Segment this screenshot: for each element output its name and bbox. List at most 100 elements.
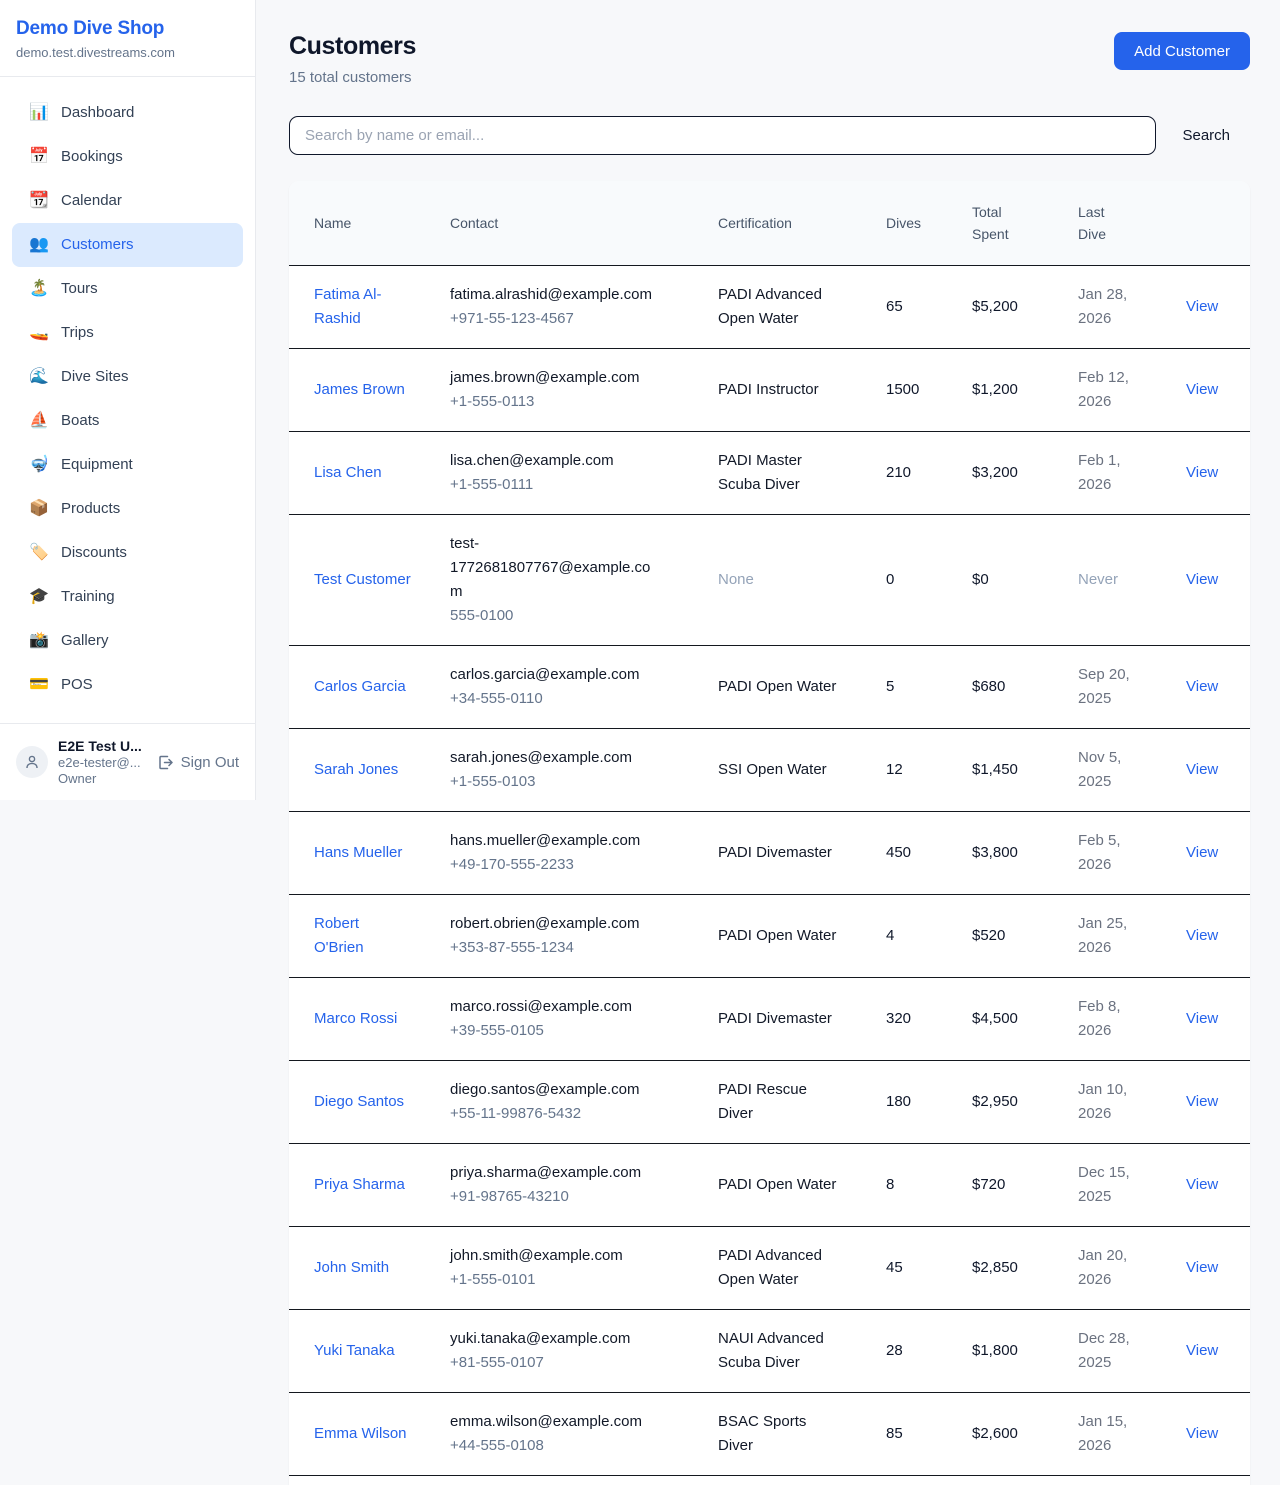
customer-email: priya.sharma@example.com [450,1161,662,1185]
customer-name-link[interactable]: John Smith [314,1256,412,1280]
dives-count: 45 [870,1227,956,1310]
customer-name-link[interactable]: James Brown [314,378,412,402]
customer-phone: +1-555-0101 [450,1268,662,1292]
customer-phone: +353-87-555-1234 [450,936,662,960]
view-link[interactable]: View [1186,761,1218,778]
last-dive-date: Nov 5, 2025 [1078,746,1138,794]
customer-name-link[interactable]: Hans Mueller [314,841,412,865]
sidebar-item-gallery[interactable]: 📸 Gallery [12,619,243,663]
sidebar-item-label: Products [61,497,120,521]
sidebar-item-dashboard[interactable]: 📊 Dashboard [12,91,243,135]
view-link[interactable]: View [1186,1425,1218,1442]
view-link[interactable]: View [1186,1093,1218,1110]
sidebar-item-trips[interactable]: 🚤 Trips [12,311,243,355]
user-meta: E2E Test U... e2e-tester@... Owner [58,738,145,786]
customer-email: diego.santos@example.com [450,1078,662,1102]
certification: PADI Advanced Open Water [718,1244,838,1292]
total-spent: $520 [956,895,1062,978]
customer-name-link[interactable]: Emma Wilson [314,1422,412,1446]
column-header-label: Dives [886,215,921,231]
total-spent: $1,800 [956,1310,1062,1393]
total-spent: $720 [956,1144,1062,1227]
sidebar-item-pos[interactable]: 💳 POS [12,663,243,707]
customer-name-link[interactable]: Lisa Chen [314,461,412,485]
customer-name-link[interactable]: Robert O'Brien [314,912,412,960]
sidebar-item-boats[interactable]: ⛵ Boats [12,399,243,443]
customer-email: emma.wilson@example.com [450,1410,662,1434]
certification: NAUI Advanced Scuba Diver [718,1327,838,1375]
customer-name-link[interactable]: Test Customer [314,568,412,592]
dashboard-icon: 📊 [28,101,50,125]
title-block: Customers 15 total customers [289,32,416,86]
total-spent: $2,950 [956,1061,1062,1144]
customer-name-link[interactable]: Diego Santos [314,1090,412,1114]
view-link[interactable]: View [1186,571,1218,588]
view-link[interactable]: View [1186,1010,1218,1027]
view-link[interactable]: View [1186,464,1218,481]
sidebar-item-equipment[interactable]: 🤿 Equipment [12,443,243,487]
customer-phone: +49-170-555-2233 [450,853,662,877]
sign-out-icon [157,754,174,771]
sidebar-item-label: Calendar [61,189,122,213]
column-header-last-dive: Last Dive [1062,181,1170,266]
customer-email: robert.obrien@example.com [450,912,662,936]
sidebar-item-customers[interactable]: 👥 Customers [12,223,243,267]
customer-phone: +1-555-0111 [450,473,662,497]
total-spent: $2,600 [956,1393,1062,1476]
sidebar-item-dive-sites[interactable]: 🌊 Dive Sites [12,355,243,399]
view-link[interactable]: View [1186,844,1218,861]
sign-out-button[interactable]: Sign Out [157,754,239,771]
customer-email: hans.mueller@example.com [450,829,662,853]
search-button[interactable]: Search [1182,127,1230,144]
view-link[interactable]: View [1186,1342,1218,1359]
customer-name-link[interactable]: Sarah Jones [314,758,412,782]
trips-icon: 🚤 [28,321,50,345]
certification: PADI Rescue Diver [718,1078,838,1126]
user-name: E2E Test U... [58,738,145,754]
customer-phone: +91-98765-43210 [450,1185,662,1209]
page-title: Customers [289,32,416,61]
contact-cell: lisa.chen@example.com +1-555-0111 [434,432,702,515]
last-dive-date: Jan 20, 2026 [1078,1244,1138,1292]
sidebar-item-products[interactable]: 📦 Products [12,487,243,531]
view-link[interactable]: View [1186,1176,1218,1193]
customer-count: 15 total customers [289,69,416,86]
page: Demo Dive Shop demo.test.divestreams.com… [0,0,1280,1485]
contact-cell: diego.santos@example.com +55-11-99876-54… [434,1061,702,1144]
shop-header: Demo Dive Shop demo.test.divestreams.com [0,0,255,77]
customer-phone: +39-555-0105 [450,1019,662,1043]
view-link[interactable]: View [1186,381,1218,398]
customer-name-link[interactable]: Carlos Garcia [314,675,412,699]
sidebar-item-tours[interactable]: 🏝️ Tours [12,267,243,311]
dives-count: 12 [870,729,956,812]
certification: PADI Open Water [718,1173,838,1197]
customer-name-link[interactable]: Fatima Al-Rashid [314,283,412,331]
certification: PADI Advanced Open Water [718,283,838,331]
view-link[interactable]: View [1186,1259,1218,1276]
sidebar-item-training[interactable]: 🎓 Training [12,575,243,619]
customer-phone: +81-555-0107 [450,1351,662,1375]
customer-phone: +1-555-0103 [450,770,662,794]
customers-table: NameContactCertificationDivesTotal Spent… [289,181,1250,1485]
sidebar-item-calendar[interactable]: 📆 Calendar [12,179,243,223]
view-link[interactable]: View [1186,298,1218,315]
add-customer-button[interactable]: Add Customer [1114,32,1250,70]
sidebar-item-label: Gallery [61,629,109,653]
view-link[interactable]: View [1186,678,1218,695]
last-dive-date: Dec 28, 2025 [1078,1327,1138,1375]
sidebar-item-bookings[interactable]: 📅 Bookings [12,135,243,179]
search-input[interactable] [289,116,1156,155]
table-row: Priya Sharma priya.sharma@example.com +9… [289,1144,1250,1227]
customer-name-link[interactable]: Yuki Tanaka [314,1339,412,1363]
avatar [16,746,48,778]
dives-count: 180 [870,1061,956,1144]
column-header-contact: Contact [434,181,702,266]
sidebar-item-discounts[interactable]: 🏷️ Discounts [12,531,243,575]
total-spent: $0 [956,515,1062,646]
customer-name-link[interactable]: Marco Rossi [314,1007,412,1031]
column-header-label: Total Spent [972,201,1009,245]
customer-phone: +971-55-123-4567 [450,307,662,331]
sidebar-nav: 📊 Dashboard 📅 Bookings 📆 Calendar 👥 Cust… [0,77,255,723]
customer-name-link[interactable]: Priya Sharma [314,1173,412,1197]
view-link[interactable]: View [1186,927,1218,944]
